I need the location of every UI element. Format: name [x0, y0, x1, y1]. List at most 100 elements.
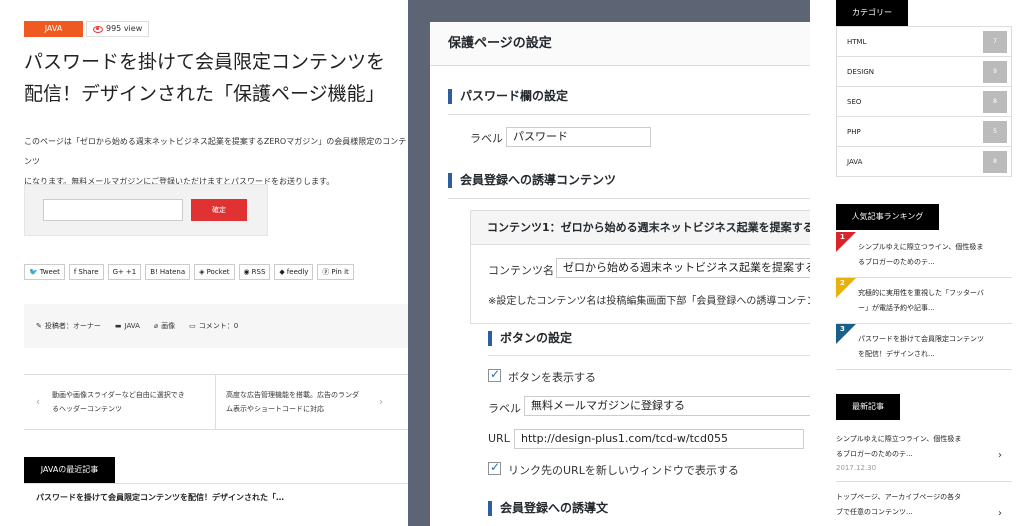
chevron-right-icon: › — [378, 395, 384, 408]
category-heading: カテゴリー — [836, 0, 908, 26]
share-tweet-button[interactable]: 🐦 Tweet — [24, 264, 65, 280]
recent-post-link[interactable]: パスワードを掛けて会員限定コンテンツを配信！デザインされた「… — [36, 492, 284, 503]
share-label: Pin it — [331, 268, 349, 276]
chevron-left-icon: ‹ — [35, 395, 41, 408]
admin-panel-title: 保護ページの設定 — [430, 22, 810, 66]
rank-number: 1 — [840, 233, 845, 241]
post-title: パスワードを掛けて会員限定コンテンツを 配信！デザインされた「保護ページ機能」 — [24, 51, 386, 105]
ranking-item[interactable]: 3 パスワードを掛けて会員限定コンテンツ を配信！デザインされ... — [836, 324, 1012, 370]
news-title: トップページ、アーカイブページの各タ ブで任意のコンテンツ... — [836, 493, 962, 516]
post-comments[interactable]: ▭ コメント：0 — [189, 321, 238, 331]
password-input[interactable] — [43, 199, 183, 221]
news-item[interactable]: トップページ、アーカイブページの各タ ブで任意のコンテンツ... › — [836, 490, 1012, 526]
admin-settings-panel: 保護ページの設定 パスワード欄の設定 ラベル パスワード 会員登録への誘導コンテ… — [430, 22, 810, 526]
ranking-title: シンプルゆえに際立つライン、個性极ま るブロガーのためのテ... — [858, 243, 984, 266]
pinterest-icon: ⓟ — [322, 268, 330, 276]
submit-password-button[interactable]: 確定 — [191, 199, 247, 221]
show-button-checkbox[interactable] — [488, 367, 501, 382]
category-item-java[interactable]: JAVA 8 — [836, 147, 1012, 177]
category-item-seo[interactable]: SEO 8 — [836, 87, 1012, 117]
share-label: Share — [78, 268, 99, 276]
share-label: +1 — [125, 268, 137, 276]
facebook-icon: f — [73, 268, 77, 276]
category-count: 9 — [983, 60, 1007, 83]
divider — [448, 114, 810, 115]
rank-number-badge: 2 — [836, 278, 856, 298]
content-name-field[interactable]: ゼロから始める週末ネットビジネス起業を提案するZ — [556, 258, 810, 278]
button-label-label: ラベル — [488, 402, 521, 415]
post-category[interactable]: ▬ JAVA — [115, 322, 140, 330]
button-label-field[interactable]: 無料メールマガジンに登録する — [524, 396, 810, 416]
folder-icon: ▬ — [114, 322, 122, 330]
category-name: JAVA — [847, 157, 863, 166]
rank-number: 3 — [840, 325, 845, 333]
chevron-right-icon: › — [998, 508, 1002, 519]
share-pocket-button[interactable]: ◈ Pocket — [194, 264, 235, 280]
google-plus-icon: G+ — [112, 268, 124, 276]
news-title: シンプルゆえに際立つライン、個性极ま るブロガーのためのテ... — [836, 435, 962, 458]
tag-icon: ⌀ — [153, 322, 159, 330]
share-hatena-button[interactable]: B! Hatena — [145, 264, 191, 280]
category-name: SEO — [847, 97, 862, 106]
category-count: 5 — [983, 120, 1007, 143]
category-item-design[interactable]: DESIGN 9 — [836, 57, 1012, 87]
post-author[interactable]: ✎ 投稿者：オーナー — [36, 321, 101, 331]
category-list: HTML 7 DESIGN 9 SEO 8 PHP 5 JAVA 8 — [836, 26, 1012, 177]
post-intro: このページは「ゼロから始める週末ネットビジネス起業を提案するZEROマガジン」の… — [24, 137, 407, 186]
content-name-label: コンテンツ名 — [488, 264, 554, 277]
divider — [488, 355, 810, 356]
category-name: DESIGN — [847, 67, 874, 76]
guide-content-section-title: 会員登録への誘導コンテンツ — [448, 173, 616, 188]
twitter-icon: 🐦 — [29, 268, 38, 276]
divider — [24, 483, 408, 484]
post-tag[interactable]: ⌀ 画像 — [154, 321, 175, 331]
rank-number-badge: 1 — [836, 232, 856, 252]
category-badge[interactable]: JAVA — [24, 21, 83, 37]
hatena-icon: B! — [150, 268, 158, 276]
share-pin-it-button[interactable]: ⓟ Pin it — [317, 264, 354, 280]
post-navigation: ‹ 動画や画像スライダーなど自由に選択でき るヘッダーコンテンツ 高度な広告管理… — [24, 374, 408, 430]
ranking-item[interactable]: 2 究極的に実用性を重視した「フッターバ ー」が電話予約や記事... — [836, 278, 1012, 324]
rank-number: 2 — [840, 279, 845, 287]
next-post-link[interactable]: 高度な広告管理機能を搭載。広告のランダ ム表示やショートコードに対応 › — [216, 375, 408, 429]
category-item-php[interactable]: PHP 5 — [836, 117, 1012, 147]
password-section-title: パスワード欄の設定 — [448, 89, 568, 104]
guide-text-section-title: 会員登録への誘導文 — [488, 501, 608, 516]
ranking-title: パスワードを掛けて会員限定コンテンツ を配信！デザインされ... — [858, 335, 984, 358]
password-form: 確定 — [24, 184, 268, 236]
share-label: Tweet — [39, 268, 60, 276]
view-count-badge: 995 view — [86, 21, 150, 37]
news-item[interactable]: シンプルゆえに際立つライン、個性极ま るブロガーのためのテ... 2017.12.… — [836, 432, 1012, 482]
share--1-button[interactable]: G+ +1 — [107, 264, 142, 280]
share-label: feedly — [286, 268, 309, 276]
sidebar: カテゴリー HTML 7 DESIGN 9 SEO 8 PHP 5 JAVA 8 人気記事ランキン… — [810, 0, 1024, 526]
ranking-item[interactable]: 1 シンプルゆえに際立つライン、個性极ま るブロガーのためのテ... — [836, 232, 1012, 278]
pencil-icon: ✎ — [36, 322, 42, 330]
category-item-html[interactable]: HTML 7 — [836, 27, 1012, 57]
view-count: 995 view — [106, 24, 143, 33]
prev-post-link[interactable]: ‹ 動画や画像スライダーなど自由に選択でき るヘッダーコンテンツ — [24, 375, 216, 429]
share-share-button[interactable]: f Share — [68, 264, 104, 280]
pocket-icon: ◈ — [199, 268, 205, 276]
new-window-checkbox[interactable] — [488, 460, 501, 475]
content-name-note: ※設定したコンテンツ名は投稿編集画面下部「会員登録への誘導コンテン — [488, 296, 810, 307]
content-1-header[interactable]: コンテンツ1：ゼロから始める週末ネットビジネス起業を提案するZ — [471, 211, 810, 245]
ranking-title: 究極的に実用性を重視した「フッターバ ー」が電話予約や記事... — [858, 289, 984, 312]
feedly-icon: ◆ — [279, 268, 285, 276]
share-feedly-button[interactable]: ◆ feedly — [274, 264, 314, 280]
rank-number-badge: 3 — [836, 324, 856, 344]
category-count: 7 — [983, 30, 1007, 53]
article-panel: JAVA 995 view パスワードを掛けて会員限定コンテンツを 配信！デザイ… — [0, 0, 408, 526]
category-name: PHP — [847, 127, 861, 136]
button-section-title: ボタンの設定 — [488, 331, 572, 346]
url-field[interactable]: http://design-plus1.com/tcd-w/tcd055 — [514, 429, 804, 449]
show-button-label: ボタンを表示する — [508, 371, 596, 384]
new-window-label: リンク先のURLを新しいウィンドウで表示する — [508, 464, 739, 477]
news-date: 2017.12.30 — [836, 464, 877, 472]
category-count: 8 — [983, 150, 1007, 173]
password-label-field[interactable]: パスワード — [506, 127, 651, 147]
share-rss-button[interactable]: ◉ RSS — [238, 264, 271, 280]
divider — [448, 198, 810, 199]
recent-posts-heading: JAVAの最近記事 — [24, 457, 115, 483]
password-label-label: ラベル — [470, 132, 503, 145]
